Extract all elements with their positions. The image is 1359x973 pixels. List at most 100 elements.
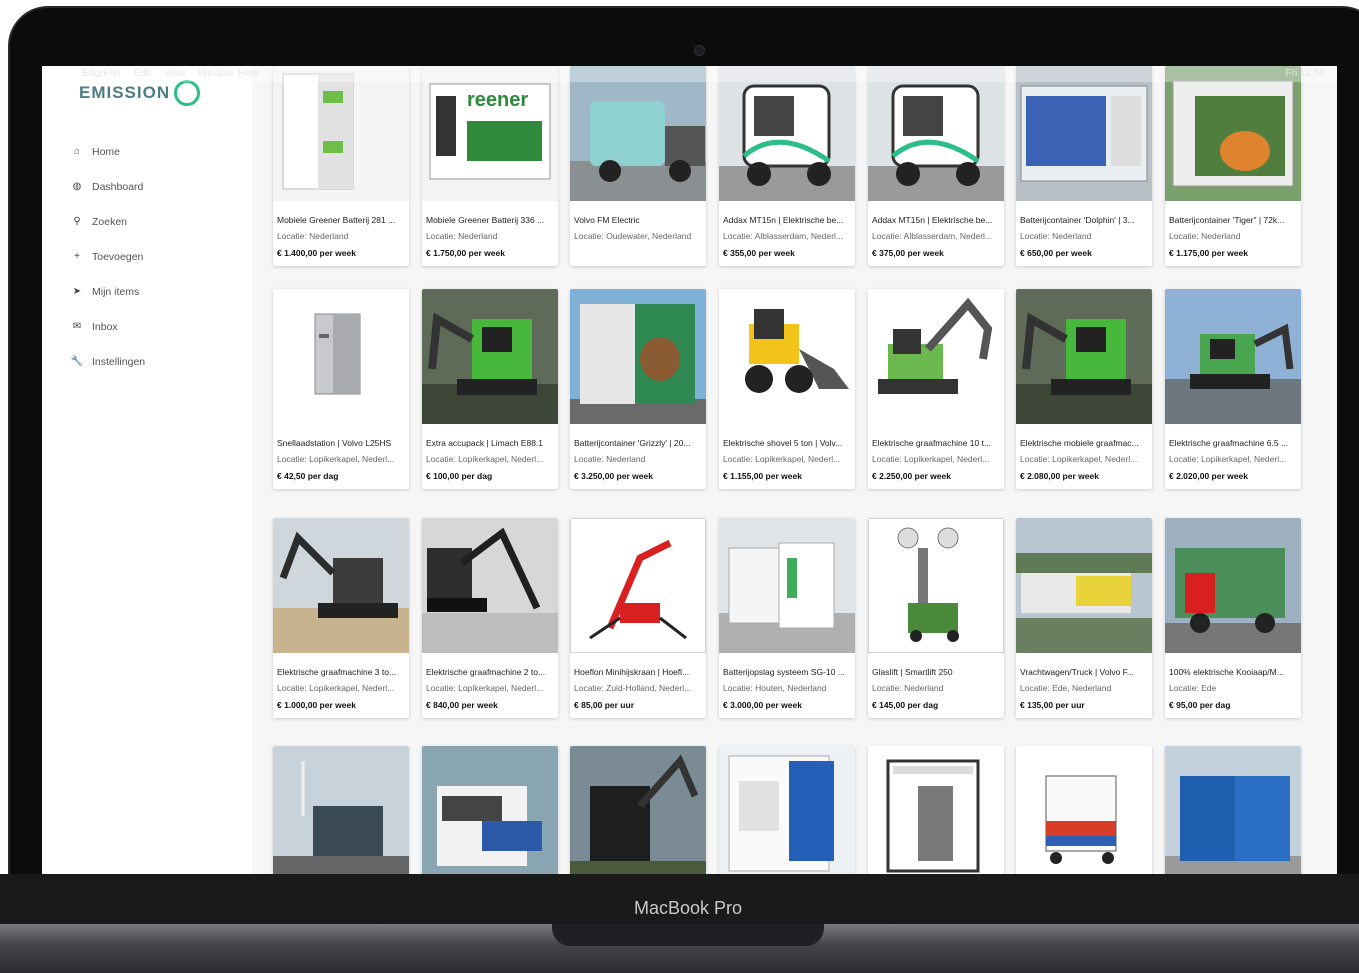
listing-card[interactable]: [570, 746, 706, 874]
menubar-clock: Fri 12:50: [1285, 68, 1325, 79]
listing-thumbnail: [422, 746, 558, 874]
sidebar-item-instellingen[interactable]: 🔧 Instellingen: [70, 344, 145, 379]
listing-thumbnail: [719, 289, 855, 424]
laptop-notch: [552, 924, 824, 946]
listing-title: Elektrische graafmachine 3 to...: [277, 667, 397, 677]
sidebar-item-label: Instellingen: [92, 355, 146, 368]
listing-card[interactable]: Hoeflon Minihijskraan | Hoefl... Locatie:…: [570, 518, 706, 718]
listing-card[interactable]: [719, 746, 855, 874]
sidebar-item-zoeken[interactable]: ⚲ Zoeken: [70, 204, 145, 239]
sidebar-item-dashboard[interactable]: ◍ Dashboard: [70, 169, 145, 204]
listing-card[interactable]: Batterijcontainer 'Dolphin' | 3... Locati…: [1016, 66, 1152, 266]
screen: EMISSION ⌂ Home ◍ Dashboard ⚲ Zoeken + Toevoege…: [42, 66, 1337, 874]
menubar-item[interactable]: Help: [238, 68, 259, 79]
laptop-mockup: EMISSION ⌂ Home ◍ Dashboard ⚲ Zoeken + Toevoege…: [0, 0, 1359, 973]
sidebar-item-toevoegen[interactable]: + Toevoegen: [70, 239, 145, 274]
listing-title: Mobiele Greener Batterij 281 ...: [277, 215, 396, 225]
sidebar-item-label: Zoeken: [92, 215, 128, 228]
listing-location: Locatie: Lopikerkapel, Nederl...: [1020, 454, 1138, 464]
listing-card[interactable]: Glaslift | Smartlift 250 Locatie: Nederla…: [868, 518, 1004, 718]
plus-icon: +: [74, 251, 80, 262]
listing-card[interactable]: [1016, 746, 1152, 874]
listing-card[interactable]: Extra accupack | Limach E88.1 Locatie: Lo…: [422, 289, 558, 489]
listing-thumbnail: [570, 518, 706, 653]
listing-title: Vrachtwagen/Truck | Volvo F...: [1020, 667, 1135, 677]
listing-location: Locatie: Ede: [1169, 683, 1217, 693]
listing-thumbnail: [273, 66, 409, 201]
listing-thumbnail: [1165, 289, 1301, 424]
listing-card[interactable]: Elektrische shovel 5 ton | Volv... Locati…: [719, 289, 855, 489]
listing-card[interactable]: Mobiele Greener Batterij 281 ... Locatie:…: [273, 66, 409, 266]
listing-location: Locatie: Ede, Nederland: [1020, 683, 1112, 693]
listing-card[interactable]: Addax MT15n | Elektrische be... Locatie: …: [868, 66, 1004, 266]
listing-location: Locatie: Houten, Nederland: [723, 683, 827, 693]
listing-card[interactable]: Addax MT15n | Elektrische be... Locatie: …: [719, 66, 855, 266]
listing-location: Locatie: Nederland: [1020, 231, 1092, 241]
menubar-item[interactable]: Edge: [82, 68, 105, 79]
menubar-item[interactable]: File: [104, 68, 120, 79]
listing-card[interactable]: [422, 746, 558, 874]
listing-card[interactable]: [868, 746, 1004, 874]
listing-thumbnail: [570, 289, 706, 424]
listing-card[interactable]: Elektrische graafmachine 10 t... Locatie:…: [868, 289, 1004, 489]
search-icon: ⚲: [73, 216, 81, 227]
listing-card[interactable]: Elektrische graafmachine 3 to... Locatie:…: [273, 518, 409, 718]
listing-location: Locatie: Zuid-Holland, Nederl...: [574, 683, 692, 693]
sidebar-item-home[interactable]: ⌂ Home: [70, 134, 145, 169]
listing-price: € 1.750,00 per week: [426, 248, 505, 258]
listing-thumbnail: [719, 746, 855, 874]
sidebar: EMISSION ⌂ Home ◍ Dashboard ⚲ Zoeken + Toevoege…: [42, 66, 252, 874]
listing-price: [574, 248, 702, 258]
listing-card[interactable]: Vrachtwagen/Truck | Volvo F... Locatie: E…: [1016, 518, 1152, 718]
listing-card[interactable]: Volvo FM Electric Locatie: Oudewater, Ned…: [570, 66, 706, 266]
listing-card[interactable]: Batterijcontainer 'Grizzly' | 20... Locat…: [570, 289, 706, 489]
listing-price: € 85,00 per uur: [574, 700, 635, 710]
listing-thumbnail: [273, 746, 409, 874]
sidebar-item-label: Home: [92, 145, 121, 158]
listing-price: € 840,00 per week: [426, 700, 498, 710]
listing-price: € 375,00 per week: [872, 248, 944, 258]
listing-title: Hoeflon Minihijskraan | Hoefl...: [574, 667, 690, 677]
listing-thumbnail: [422, 518, 558, 653]
listing-location: Locatie: Nederland: [426, 231, 498, 241]
listing-card[interactable]: reener Mobiele Greener Batterij 336 ... Lo…: [422, 66, 558, 266]
listing-card[interactable]: Elektrische graafmachine 2 to... Locatie:…: [422, 518, 558, 718]
listing-price: € 1.175,00 per week: [1169, 248, 1248, 258]
listing-card[interactable]: Batterijcontainer 'Tiger" | 72k... Locati…: [1165, 66, 1301, 266]
listing-title: Batterijcontainer 'Dolphin' | 3...: [1020, 215, 1135, 225]
listing-location: Locatie: Lopikerkapel, Nederl...: [872, 454, 990, 464]
listing-card[interactable]: Batterijopslag systeem SG-10 ... Locatie:…: [719, 518, 855, 718]
listing-title: Batterijcontainer 'Grizzly' | 20...: [574, 438, 691, 448]
listing-thumbnail: [1165, 746, 1301, 874]
listing-price: € 3.000,00 per week: [723, 700, 802, 710]
listing-thumbnail: [1016, 66, 1152, 201]
listing-thumbnail: [868, 746, 1004, 874]
listing-thumbnail: [570, 66, 706, 201]
listing-card[interactable]: Snellaadstation | Volvo L25HS Locatie: Lo…: [273, 289, 409, 489]
sidebar-item-label: Dashboard: [92, 180, 144, 193]
listing-location: Locatie: Nederland: [277, 231, 349, 241]
sidebar-item-mijn-items[interactable]: ➤ Mijn items: [70, 274, 145, 309]
listing-location: Locatie: Lopikerkapel, Nederl...: [426, 683, 544, 693]
listing-thumbnail: [1016, 289, 1152, 424]
listing-thumbnail: [1016, 518, 1152, 653]
listing-card[interactable]: [1165, 746, 1301, 874]
listing-card[interactable]: [273, 746, 409, 874]
listing-thumbnail: [273, 289, 409, 424]
listing-title: Extra accupack | Limach E88.1: [426, 438, 544, 448]
logo-ring-icon: [174, 80, 201, 106]
listing-thumbnail: [868, 518, 1004, 653]
send-icon: ➤: [72, 286, 82, 297]
sidebar-item-label: Inbox: [92, 320, 118, 333]
menubar-item[interactable]: Window: [198, 68, 234, 79]
app-logo[interactable]: EMISSION: [79, 78, 201, 108]
menubar-item[interactable]: Edit: [134, 68, 151, 79]
svg-text:reener: reener: [467, 89, 528, 111]
sidebar-nav: ⌂ Home ◍ Dashboard ⚲ Zoeken + Toevoegen ➤ Mijn it…: [70, 134, 145, 379]
listing-card[interactable]: 100% elektrische Kooiaap/M... Locatie: Ed…: [1165, 518, 1301, 718]
sidebar-item-inbox[interactable]: ✉ Inbox: [70, 309, 145, 344]
menubar-item[interactable]: View: [164, 68, 186, 79]
listing-card[interactable]: Elektrische mobiele graafmac... Locatie: …: [1016, 289, 1152, 489]
listing-title: Elektrische graafmachine 10 t...: [872, 438, 992, 448]
listing-card[interactable]: Elektrische graafmachine 6.5 ... Locatie:…: [1165, 289, 1301, 489]
